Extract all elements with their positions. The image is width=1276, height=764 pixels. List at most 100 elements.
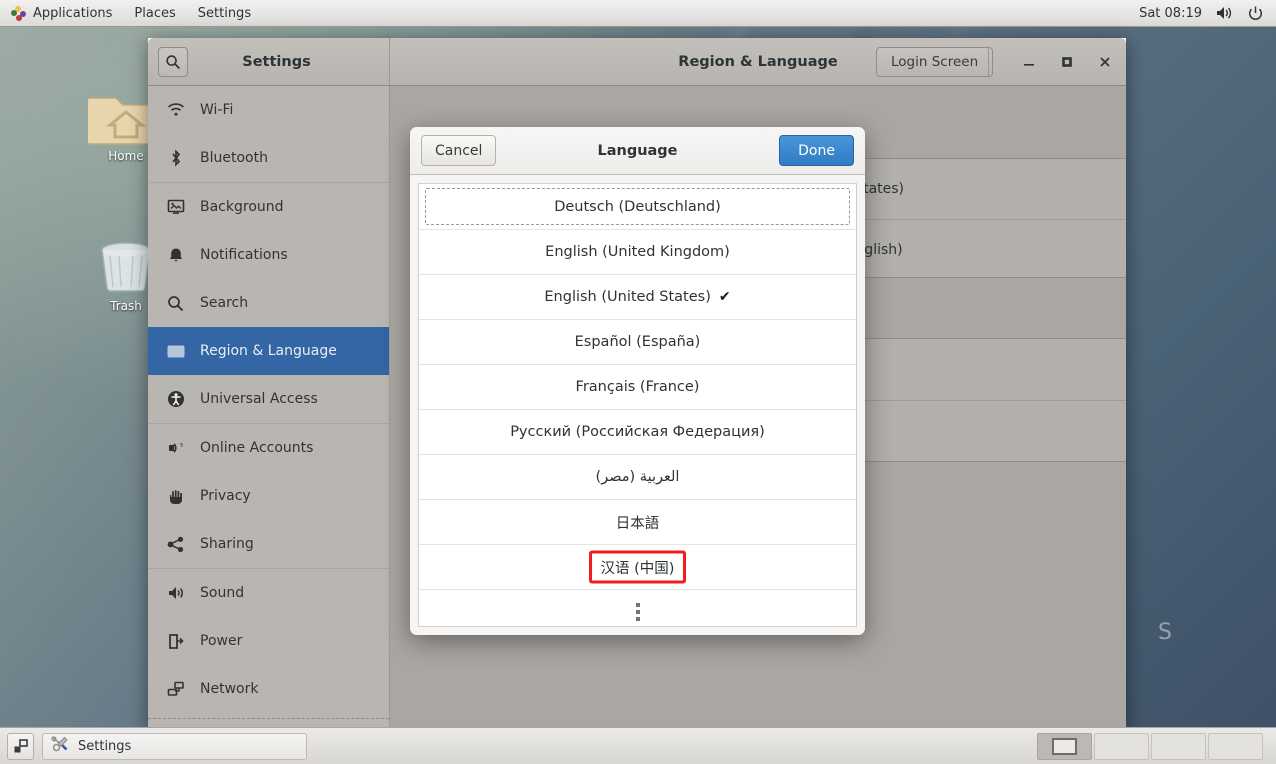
sidebar-item-label: Network [200, 681, 259, 697]
sidebar-item-label: Search [200, 295, 249, 311]
sidebar-item-sound[interactable]: Sound [148, 569, 389, 617]
language-option-espanol[interactable]: Español (España) [419, 319, 856, 364]
search-icon [166, 54, 181, 69]
dialog-header: Cancel Language Done [410, 127, 865, 175]
workspace-switcher [1037, 732, 1269, 760]
language-label: Español (España) [574, 334, 701, 350]
sidebar-item-label: Sound [200, 585, 245, 601]
settings-tools-icon [51, 735, 69, 757]
sidebar: Wi-Fi Bluetooth Background Notifications… [148, 86, 390, 732]
menu-places[interactable]: Places [123, 0, 186, 27]
language-option-japanese[interactable]: 日本語 [419, 499, 856, 544]
bluetooth-icon [166, 149, 185, 168]
sidebar-item-online-accounts[interactable]: s Online Accounts [148, 424, 389, 472]
language-option-english-us[interactable]: English (United States) ✔ [419, 274, 856, 319]
language-option-francais[interactable]: Français (France) [419, 364, 856, 409]
taskbar-item-settings[interactable]: Settings [42, 732, 307, 760]
wifi-icon [166, 101, 185, 120]
sidebar-dashed-separator [148, 718, 389, 719]
share-icon [166, 535, 185, 554]
vertical-ellipsis-icon [635, 603, 640, 621]
sidebar-item-label: Sharing [200, 536, 254, 552]
search-icon [166, 294, 185, 313]
language-label: Русский (Российская Федерация) [510, 424, 765, 440]
sidebar-item-universal-access[interactable]: Universal Access [148, 375, 389, 423]
sidebar-item-region-language[interactable]: Region & Language [148, 327, 389, 375]
power-icon[interactable] [1246, 4, 1264, 22]
sidebar-item-power[interactable]: Power [148, 617, 389, 665]
language-option-chinese[interactable]: 汉语 (中国) [419, 544, 856, 589]
language-option-english-uk[interactable]: English (United Kingdom) [419, 229, 856, 274]
region-language-icon [166, 342, 185, 361]
menu-applications[interactable]: Applications [0, 0, 123, 27]
power-plug-icon [166, 632, 185, 651]
sidebar-item-search[interactable]: Search [148, 279, 389, 327]
titlebar-right-section: Region & Language Login Screen [390, 38, 1126, 85]
language-dialog: Cancel Language Done Deutsch (Deutschlan… [410, 127, 865, 635]
window-titlebar[interactable]: Settings Region & Language Login Screen [148, 38, 1126, 86]
panel-status-area: Sat 08:19 [1139, 4, 1276, 22]
sidebar-item-privacy[interactable]: Privacy [148, 472, 389, 520]
bell-icon [166, 246, 185, 265]
menu-settings-label: Settings [197, 5, 252, 21]
sidebar-item-label: Bluetooth [200, 150, 268, 166]
maximize-button[interactable] [1056, 50, 1078, 74]
workspace-4[interactable] [1208, 732, 1263, 760]
sidebar-item-label: Wi-Fi [200, 102, 234, 118]
svg-text:s: s [180, 442, 183, 449]
window-controls [1018, 38, 1116, 86]
done-button[interactable]: Done [779, 135, 854, 166]
menu-places-label: Places [134, 5, 176, 21]
language-label: Français (France) [575, 379, 700, 395]
highlight-box [588, 550, 687, 584]
sidebar-item-label: Power [200, 633, 243, 649]
workspace-3[interactable] [1151, 732, 1206, 760]
online-accounts-icon: s [166, 439, 185, 458]
language-label: English (United Kingdom) [545, 244, 730, 260]
menu-applications-label: Applications [33, 5, 113, 21]
close-button[interactable] [1094, 50, 1116, 74]
sidebar-item-label: Privacy [200, 488, 251, 504]
app-title: Settings [242, 53, 311, 70]
language-option-deutsch[interactable]: Deutsch (Deutschland) [419, 184, 856, 229]
sidebar-item-label: Notifications [200, 247, 288, 263]
titlebar-separator [988, 48, 989, 76]
language-option-russian[interactable]: Русский (Российская Федерация) [419, 409, 856, 454]
check-icon: ✔ [718, 289, 731, 305]
sidebar-item-background[interactable]: Background [148, 183, 389, 231]
page-title: Region & Language [678, 53, 838, 70]
sidebar-item-notifications[interactable]: Notifications [148, 231, 389, 279]
sidebar-item-label: Region & Language [200, 343, 337, 359]
sidebar-item-sharing[interactable]: Sharing [148, 520, 389, 568]
sidebar-item-network[interactable]: Network [148, 665, 389, 713]
workspace-2[interactable] [1094, 732, 1149, 760]
sidebar-item-label: Online Accounts [200, 440, 314, 456]
sidebar-item-bluetooth[interactable]: Bluetooth [148, 134, 389, 182]
sidebar-item-label: Background [200, 199, 284, 215]
taskbar: Settings [0, 727, 1276, 764]
language-list[interactable]: Deutsch (Deutschland) English (United Ki… [418, 183, 857, 627]
minimize-button[interactable] [1018, 50, 1040, 74]
sidebar-item-wifi[interactable]: Wi-Fi [148, 86, 389, 134]
sound-icon [166, 584, 185, 603]
clock[interactable]: Sat 08:19 [1139, 6, 1202, 21]
language-label: العربية (مصر) [595, 469, 680, 485]
language-list-more[interactable] [419, 589, 856, 634]
sidebar-item-label: Universal Access [200, 391, 318, 407]
menu-settings[interactable]: Settings [187, 0, 262, 27]
language-option-arabic[interactable]: العربية (مصر) [419, 454, 856, 499]
volume-icon[interactable] [1215, 4, 1233, 22]
workspace-1[interactable] [1037, 732, 1092, 760]
network-icon [166, 680, 185, 699]
search-button[interactable] [158, 46, 188, 77]
hand-icon [166, 487, 185, 506]
top-panel: Applications Places Settings Sat 08:19 [0, 0, 1276, 27]
show-desktop-icon [14, 738, 28, 752]
titlebar-left-section: Settings [148, 38, 390, 85]
accessibility-icon [166, 390, 185, 409]
show-desktop-button[interactable] [7, 732, 34, 760]
login-screen-button[interactable]: Login Screen [876, 47, 994, 77]
gnome-logo-icon [11, 5, 26, 21]
cancel-button[interactable]: Cancel [421, 135, 497, 166]
focus-outline [425, 188, 850, 225]
